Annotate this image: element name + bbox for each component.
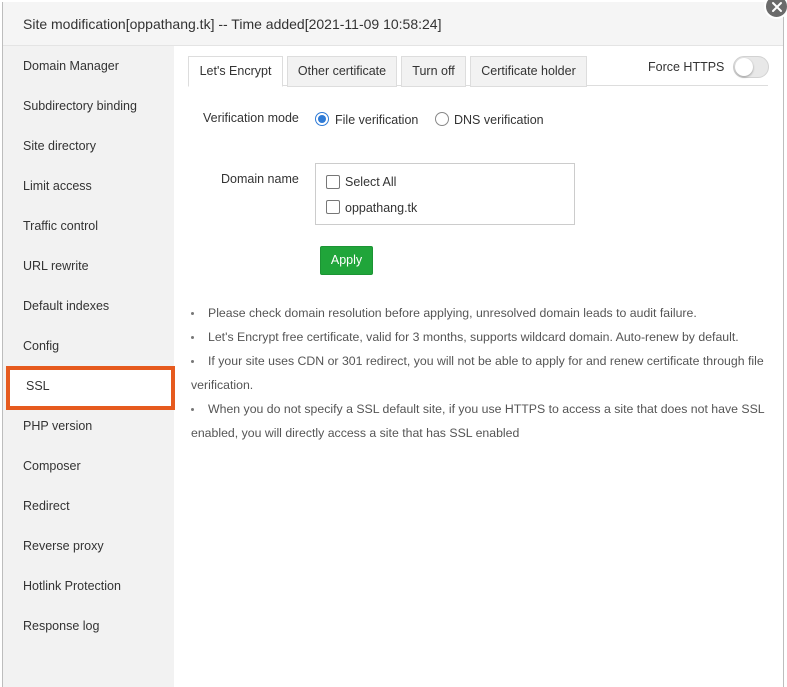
tab-certificate-holder[interactable]: Certificate holder [470,56,587,87]
note-item: Please check domain resolution before ap… [191,301,781,325]
file-verification-label[interactable]: File verification [335,113,418,127]
domain-name-label: Domain name [221,172,299,186]
sidebar-item-response-log[interactable]: Response log [3,606,174,646]
tab-turn-off[interactable]: Turn off [401,56,466,87]
sidebar-item-traffic-control[interactable]: Traffic control [3,206,174,246]
sidebar: Domain Manager Subdirectory binding Site… [3,46,175,687]
toggle-knob [735,58,753,76]
sidebar-item-limit-access[interactable]: Limit access [3,166,174,206]
sidebar-item-redirect[interactable]: Redirect [3,486,174,526]
note-item: When you do not specify a SSL default si… [191,397,781,445]
sidebar-item-php-version[interactable]: PHP version [3,406,174,446]
dns-verification-label[interactable]: DNS verification [454,113,544,127]
dns-verification-radio[interactable] [435,112,449,126]
verification-mode-label: Verification mode [203,111,299,125]
sidebar-item-ssl[interactable]: SSL [6,366,175,410]
tab-lets-encrypt[interactable]: Let's Encrypt [188,56,283,87]
sidebar-item-config[interactable]: Config [3,326,174,366]
tab-other-certificate[interactable]: Other certificate [287,56,397,87]
force-https-label: Force HTTPS [648,60,725,74]
note-item: If your site uses CDN or 301 redirect, y… [191,349,781,397]
sidebar-item-subdirectory-binding[interactable]: Subdirectory binding [3,86,174,126]
close-icon [771,1,782,12]
apply-button[interactable]: Apply [320,246,373,275]
select-all-label[interactable]: Select All [345,175,396,189]
domain-list: Select All oppathang.tk [315,163,575,225]
domain-checkbox[interactable] [326,200,340,214]
dialog-title: Site modification[oppathang.tk] -- Time … [3,2,783,46]
sidebar-item-url-rewrite[interactable]: URL rewrite [3,246,174,286]
sidebar-item-reverse-proxy[interactable]: Reverse proxy [3,526,174,566]
ssl-notes: Please check domain resolution before ap… [191,301,781,445]
force-https-toggle[interactable] [733,56,769,78]
sidebar-item-composer[interactable]: Composer [3,446,174,486]
select-all-checkbox[interactable] [326,175,340,189]
sidebar-item-site-directory[interactable]: Site directory [3,126,174,166]
ssl-panel: Let's Encrypt Other certificate Turn off… [174,46,785,687]
file-verification-radio[interactable] [315,112,329,126]
domain-option-label[interactable]: oppathang.tk [345,201,417,215]
note-item: Let's Encrypt free certificate, valid fo… [191,325,781,349]
sidebar-item-default-indexes[interactable]: Default indexes [3,286,174,326]
sidebar-item-hotlink-protection[interactable]: Hotlink Protection [3,566,174,606]
sidebar-item-domain-manager[interactable]: Domain Manager [3,46,174,86]
site-modification-dialog: Site modification[oppathang.tk] -- Time … [2,2,784,687]
